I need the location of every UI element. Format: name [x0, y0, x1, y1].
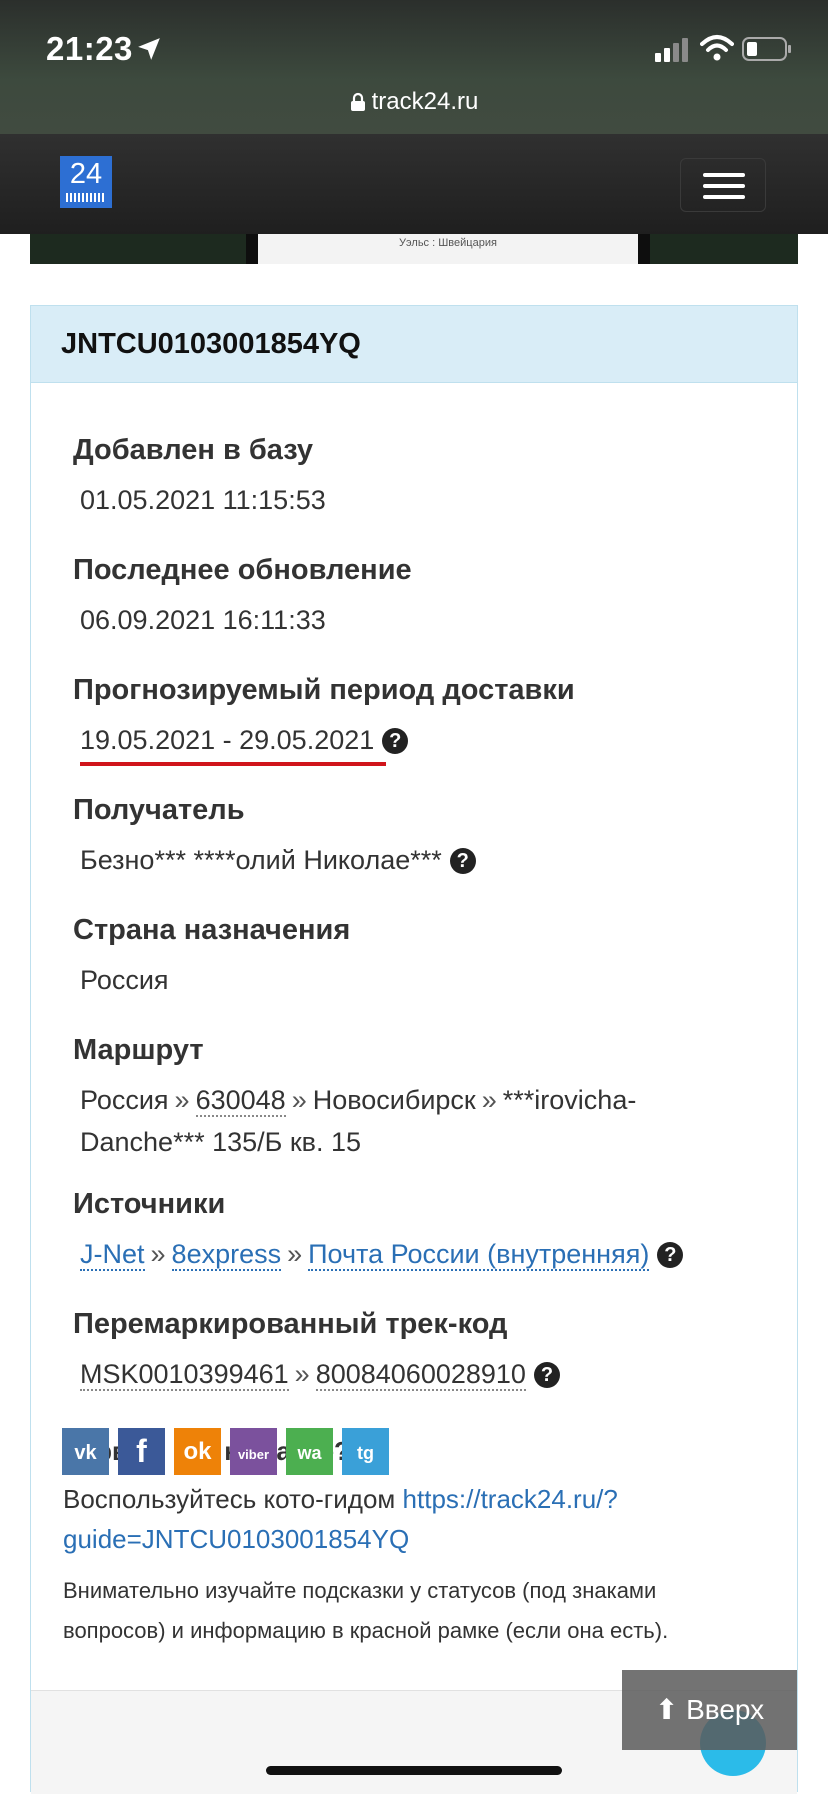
- source-link-jnet[interactable]: J-Net: [80, 1239, 145, 1271]
- vk-label: vk: [74, 1442, 97, 1464]
- delivery-period-value: 19.05.2021 - 29.05.2021: [80, 725, 375, 755]
- recipient-value: Безно*** ****олий Николае***: [80, 845, 442, 875]
- recipient-value-row: Безно*** ****олий Николае***?: [80, 839, 476, 881]
- delivery-period-label: Прогнозируемый период доставки: [73, 674, 575, 706]
- source-separator: »: [150, 1239, 166, 1269]
- viber-label: viber: [237, 1447, 270, 1462]
- status-bar: 21:23 track24.ru: [0, 0, 828, 134]
- home-indicator: [266, 1766, 562, 1775]
- telegram-icon[interactable]: tg: [342, 1428, 389, 1475]
- first-visit-block: Первый раз на сайте? Воспользуйтесь кото…: [63, 1436, 763, 1651]
- question-icon[interactable]: ?: [533, 1362, 560, 1388]
- vk-icon[interactable]: vk: [62, 1428, 109, 1475]
- question-icon[interactable]: ?: [449, 848, 476, 874]
- added-label: Добавлен в базу: [73, 434, 314, 466]
- delivery-period-value-row: 19.05.2021 - 29.05.2021?: [80, 719, 575, 761]
- menu-bar-icon: [703, 184, 745, 188]
- route-city: Новосибирск: [312, 1085, 476, 1115]
- country-value: Россия: [80, 965, 169, 995]
- site-navbar: 24: [0, 134, 828, 234]
- facebook-label: f: [136, 1433, 147, 1469]
- sources-field: Источники J-Net» 8express» Почта России (в…: [73, 1188, 684, 1275]
- updated-field: Последнее обновление 06.09.2021 16:11:33: [73, 554, 412, 641]
- route-value: Россия» 630048» Новосибирск» ***irovicha-Da…: [80, 1079, 713, 1163]
- status-time: 21:23: [46, 30, 133, 67]
- recipient-label: Получатель: [73, 794, 245, 826]
- whatsapp-icon[interactable]: wa: [286, 1428, 333, 1475]
- site-logo[interactable]: 24: [60, 156, 112, 208]
- route-separator: »: [291, 1085, 307, 1115]
- source-link-8express[interactable]: 8express: [171, 1239, 282, 1271]
- track-code-title: JNTCU0103001854YQ: [61, 328, 361, 360]
- url-text: track24.ru: [371, 88, 479, 115]
- added-field: Добавлен в базу 01.05.2021 11:15:53: [73, 434, 326, 521]
- battery-icon: [742, 37, 791, 61]
- highlight-underline: [80, 762, 386, 766]
- odnoklassniki-icon[interactable]: ok: [174, 1428, 221, 1475]
- lock-icon: [350, 92, 365, 111]
- signal-icon: [655, 38, 688, 62]
- first-visit-title: Первый раз на сайте?: [63, 1436, 350, 1466]
- route-separator: »: [174, 1085, 190, 1115]
- remarked-code-2[interactable]: 80084060028910: [315, 1359, 526, 1391]
- hamburger-menu-button[interactable]: [680, 158, 766, 212]
- sources-value: J-Net» 8express» Почта России (внутренняя)…: [80, 1233, 684, 1275]
- telegram-label: tg: [357, 1443, 374, 1463]
- scroll-up-button[interactable]: ⬆ Вверх: [622, 1670, 797, 1750]
- question-icon[interactable]: ?: [657, 1242, 684, 1268]
- guide-text: Воспользуйтесь кото-гидом: [63, 1484, 396, 1514]
- route-postcode[interactable]: 630048: [195, 1085, 286, 1117]
- logo-text: 24: [69, 158, 103, 190]
- odnoklassniki-label: ok: [183, 1438, 212, 1465]
- remarked-value: MSK0010399461» 80084060028910?: [80, 1353, 560, 1395]
- source-link-russian-post[interactable]: Почта России (внутренняя): [308, 1239, 650, 1271]
- facebook-icon[interactable]: f: [118, 1428, 165, 1475]
- menu-bar-icon: [703, 173, 745, 177]
- viber-icon[interactable]: viber: [230, 1428, 277, 1475]
- remarked-separator: »: [294, 1359, 310, 1389]
- banner-caption: Уэльс : Швейцария: [246, 234, 650, 264]
- question-icon[interactable]: ?: [382, 728, 409, 754]
- updated-label: Последнее обновление: [73, 554, 412, 586]
- guide-link-line2: guide=JNTCU0103001854YQ: [63, 1524, 410, 1554]
- recipient-field: Получатель Безно*** ****олий Николае***?: [73, 794, 476, 881]
- arrow-up-icon: ⬆: [654, 1694, 679, 1725]
- sources-label: Источники: [73, 1188, 226, 1220]
- location-arrow-icon: [138, 38, 160, 60]
- updated-value: 06.09.2021 16:11:33: [80, 605, 326, 635]
- wifi-icon: [700, 35, 734, 61]
- delivery-period-field: Прогнозируемый период доставки 19.05.202…: [73, 674, 575, 761]
- route-field: Маршрут Россия» 630048» Новосибирск» ***iro…: [73, 1034, 713, 1163]
- scroll-up-label: Вверх: [686, 1694, 765, 1725]
- remarked-label: Перемаркированный трек-код: [73, 1308, 508, 1340]
- card-header: JNTCU0103001854YQ: [31, 306, 797, 383]
- banner-image[interactable]: Уэльс : Швейцария: [30, 234, 798, 264]
- guide-link-line1: https://track24.ru/?: [402, 1484, 618, 1514]
- address-bar[interactable]: track24.ru: [0, 88, 828, 116]
- added-value: 01.05.2021 11:15:53: [80, 485, 326, 515]
- whatsapp-label: wa: [297, 1443, 322, 1463]
- country-label: Страна назначения: [73, 914, 351, 946]
- country-field: Страна назначения Россия: [73, 914, 350, 1001]
- barcode-icon: [66, 193, 106, 202]
- tracking-card: JNTCU0103001854YQ Добавлен в базу 01.05.…: [30, 305, 798, 1794]
- route-separator: »: [481, 1085, 497, 1115]
- source-separator: »: [287, 1239, 303, 1269]
- remarked-field: Перемаркированный трек-код MSK0010399461…: [73, 1308, 560, 1395]
- guide-paragraph: Воспользуйтесь кото-гидом https://track2…: [63, 1479, 763, 1559]
- menu-bar-icon: [703, 195, 745, 199]
- remarked-code-1[interactable]: MSK0010399461: [80, 1359, 289, 1391]
- route-label: Маршрут: [73, 1034, 204, 1066]
- guide-note: Внимательно изучайте подсказки у статусо…: [63, 1578, 669, 1643]
- route-country: Россия: [80, 1085, 169, 1115]
